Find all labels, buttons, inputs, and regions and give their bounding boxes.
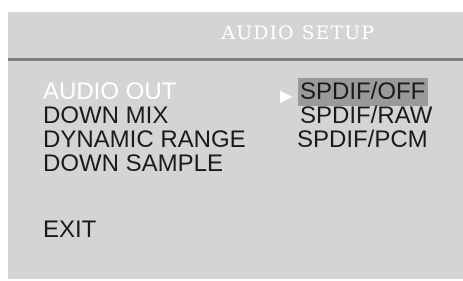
menu-item-exit[interactable]: EXIT [43, 216, 96, 244]
title-divider [8, 58, 463, 61]
submenu-arrow-icon: ▶ [280, 88, 293, 105]
audio-setup-panel: AUDIO SETUP AUDIO OUT DOWN MIX DYNAMIC R… [8, 12, 463, 279]
menu-item-down-sample[interactable]: DOWN SAMPLE [43, 150, 223, 178]
option-spdif-pcm[interactable]: SPDIF/PCM [297, 126, 428, 154]
menu-title: AUDIO SETUP [221, 22, 375, 44]
